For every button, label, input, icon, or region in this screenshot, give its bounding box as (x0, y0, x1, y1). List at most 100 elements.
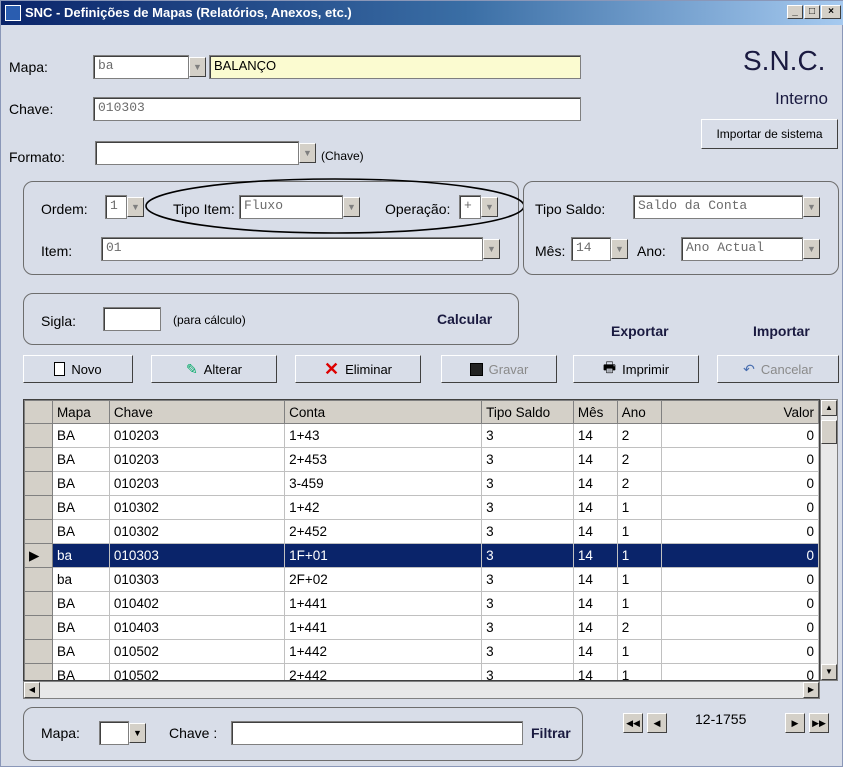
ordem-dropdown-button[interactable]: ▼ (127, 197, 144, 217)
table-cell[interactable]: 3 (481, 663, 574, 680)
table-cell[interactable]: ba (51, 567, 110, 592)
table-cell[interactable]: 0 (660, 471, 819, 496)
table-cell[interactable]: 010403 (108, 615, 286, 640)
table-cell[interactable]: 1 (616, 663, 662, 680)
filter-mapa-dropdown-button[interactable]: ▼ (129, 723, 146, 743)
table-cell[interactable]: BA (51, 615, 110, 640)
table-row[interactable]: BA 010302 1+42 3 14 1 0 (24, 495, 819, 520)
formato-dropdown-button[interactable]: ▼ (299, 143, 316, 163)
row-header[interactable] (24, 591, 53, 616)
maximize-icon[interactable]: □ (804, 5, 820, 19)
scroll-left-icon[interactable]: ◀ (24, 682, 40, 698)
table-cell[interactable]: 3 (481, 471, 574, 496)
table-cell[interactable]: 010502 (108, 639, 286, 664)
ano-input[interactable]: Ano Actual (681, 237, 803, 261)
next-page-icon[interactable]: ▶ (785, 713, 805, 733)
operacao-dropdown-button[interactable]: ▼ (481, 197, 498, 217)
column-header[interactable]: Conta (284, 400, 483, 424)
filter-chave-input[interactable] (231, 721, 523, 745)
row-header[interactable] (24, 447, 53, 472)
ano-dropdown-button[interactable]: ▼ (803, 239, 820, 259)
column-header[interactable]: Valor (660, 400, 819, 424)
table-cell[interactable]: 1+442 (284, 639, 483, 664)
records-table[interactable]: Mapa Chave Conta Tipo Saldo Mês Ano Valo… (23, 399, 820, 681)
table-cell[interactable]: 010302 (108, 519, 286, 544)
alterar-button[interactable]: ✎ Alterar (151, 355, 277, 383)
table-cell[interactable]: BA (51, 519, 110, 544)
table-cell[interactable]: 2 (616, 447, 662, 472)
ordem-input[interactable]: 1 (105, 195, 127, 219)
table-cell[interactable]: 3-459 (284, 471, 483, 496)
table-cell[interactable]: 010502 (108, 663, 286, 680)
first-page-icon[interactable]: ◀◀ (623, 713, 643, 733)
table-cell[interactable]: 3 (481, 639, 574, 664)
table-cell[interactable]: 010203 (108, 423, 286, 448)
vertical-scrollbar[interactable]: ▲ ▼ (820, 399, 838, 681)
table-cell[interactable]: 1 (616, 543, 662, 568)
table-row[interactable]: ▶ ba 010303 1F+01 3 14 1 0 (24, 543, 819, 568)
table-cell[interactable]: 3 (481, 567, 574, 592)
eliminar-button[interactable]: ✕ Eliminar (295, 355, 421, 383)
table-cell[interactable]: 1+441 (284, 615, 483, 640)
scroll-up-icon[interactable]: ▲ (821, 400, 837, 416)
table-row[interactable]: BA 010302 2+452 3 14 1 0 (24, 519, 819, 544)
table-cell[interactable]: 14 (572, 543, 618, 568)
previous-page-icon[interactable]: ◀ (647, 713, 667, 733)
importar-button[interactable]: Importar (753, 323, 810, 339)
item-input[interactable]: 01 (101, 237, 483, 261)
tipo-saldo-dropdown-button[interactable]: ▼ (803, 197, 820, 217)
table-cell[interactable]: 0 (660, 615, 819, 640)
table-cell[interactable]: 2 (616, 423, 662, 448)
table-cell[interactable]: 0 (660, 567, 819, 592)
table-cell[interactable]: BA (51, 663, 110, 680)
table-cell[interactable]: 2+453 (284, 447, 483, 472)
table-cell[interactable]: 14 (572, 639, 618, 664)
last-page-icon[interactable]: ▶▶ (809, 713, 829, 733)
table-row[interactable]: BA 010203 3-459 3 14 2 0 (24, 471, 819, 496)
table-cell[interactable]: 1F+01 (284, 543, 483, 568)
table-cell[interactable]: 14 (572, 423, 618, 448)
row-header[interactable] (24, 519, 53, 544)
row-header[interactable] (24, 471, 53, 496)
exportar-button[interactable]: Exportar (611, 323, 669, 339)
column-header[interactable]: Tipo Saldo (481, 400, 574, 424)
table-cell[interactable]: 14 (572, 591, 618, 616)
table-cell[interactable]: 2+442 (284, 663, 483, 680)
table-cell[interactable]: BA (51, 639, 110, 664)
operacao-input[interactable]: + (459, 195, 481, 219)
table-cell[interactable]: 1 (616, 495, 662, 520)
table-cell[interactable]: BA (51, 447, 110, 472)
column-header[interactable]: Mês (572, 400, 618, 424)
row-header[interactable] (24, 663, 53, 680)
row-header[interactable] (24, 423, 53, 448)
table-cell[interactable]: 010402 (108, 591, 286, 616)
table-cell[interactable]: 010203 (108, 447, 286, 472)
table-cell[interactable]: 0 (660, 519, 819, 544)
minimize-icon[interactable]: _ (787, 5, 803, 19)
table-row[interactable]: BA 010403 1+441 3 14 2 0 (24, 615, 819, 640)
table-cell[interactable]: 3 (481, 519, 574, 544)
table-cell[interactable]: ba (51, 543, 110, 568)
row-header[interactable] (24, 495, 53, 520)
table-cell[interactable]: 1+441 (284, 591, 483, 616)
filter-mapa-input[interactable] (99, 721, 129, 745)
table-row[interactable]: BA 010402 1+441 3 14 1 0 (24, 591, 819, 616)
table-cell[interactable]: 1 (616, 519, 662, 544)
formato-input[interactable] (95, 141, 299, 165)
table-cell[interactable]: 1+43 (284, 423, 483, 448)
table-cell[interactable]: 14 (572, 447, 618, 472)
table-cell[interactable]: 2 (616, 471, 662, 496)
mapa-name-input[interactable]: BALANÇO (209, 55, 581, 79)
table-row[interactable]: BA 010502 1+442 3 14 1 0 (24, 639, 819, 664)
table-cell[interactable]: BA (51, 423, 110, 448)
table-cell[interactable]: 3 (481, 543, 574, 568)
row-header[interactable] (24, 615, 53, 640)
table-cell[interactable]: 1 (616, 591, 662, 616)
table-cell[interactable]: 14 (572, 567, 618, 592)
table-cell[interactable]: 010203 (108, 471, 286, 496)
horizontal-scrollbar[interactable]: ◀ ▶ (23, 681, 820, 699)
table-cell[interactable]: 2F+02 (284, 567, 483, 592)
column-header[interactable]: Mapa (51, 400, 110, 424)
table-cell[interactable]: 0 (660, 663, 819, 680)
filtrar-button[interactable]: Filtrar (531, 725, 571, 741)
